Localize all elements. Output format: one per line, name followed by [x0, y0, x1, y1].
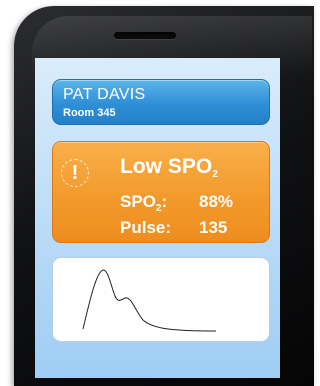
- exclamation-icon: !: [61, 159, 89, 187]
- waveform-card[interactable]: [52, 257, 270, 342]
- spo2-reading: SPO2: 88%: [120, 192, 233, 214]
- alert-title-subscript: 2: [212, 169, 218, 180]
- patient-name: PAT DAVIS: [63, 86, 146, 103]
- low-spo2-alert-card[interactable]: ! Low SPO2 SPO2: 88% Pulse: 135: [52, 141, 270, 243]
- alert-title-text: Low SPO: [120, 155, 213, 178]
- pulse-label: Pulse:: [120, 218, 172, 237]
- patient-card[interactable]: PAT DAVIS Room 345: [52, 79, 270, 125]
- waveform-line: [82, 269, 217, 332]
- patient-room: Room 345: [63, 107, 116, 119]
- alert-title: Low SPO2: [120, 155, 218, 180]
- pulse-reading: Pulse: 135: [120, 218, 227, 238]
- waveform-chart: [82, 269, 217, 332]
- speaker-grille: [114, 32, 176, 39]
- spo2-value: 88%: [199, 192, 234, 211]
- spo2-label-text: SPO: [120, 192, 156, 211]
- pulse-value: 135: [199, 218, 228, 237]
- spo2-label-colon: :: [161, 192, 168, 211]
